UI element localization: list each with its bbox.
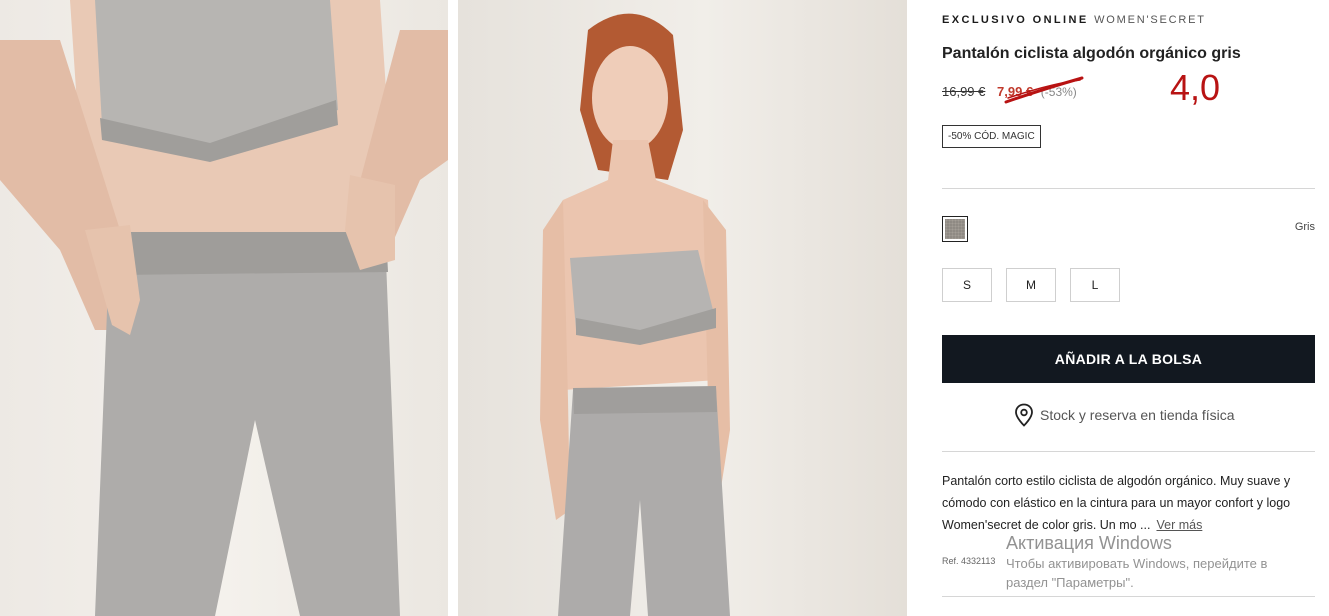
size-button-m[interactable]: M — [1006, 268, 1056, 302]
watermark-title: Активация Windows — [1006, 533, 1172, 553]
store-stock-link[interactable]: Stock y reserva en tienda física — [1014, 403, 1235, 427]
brand-label[interactable]: WOMEN'SECRET — [1094, 14, 1206, 26]
see-more-link[interactable]: Ver más — [1156, 518, 1202, 532]
windows-activation-watermark: Активация Windows Чтобы активировать Win… — [1006, 532, 1267, 592]
divider — [942, 188, 1315, 189]
watermark-line-2: раздел "Параметры". — [1006, 575, 1134, 590]
divider — [942, 451, 1315, 452]
swatch-fill — [945, 219, 965, 239]
selected-color-name: Gris — [1294, 221, 1315, 233]
description-text: Pantalón corto estilo ciclista de algodó… — [942, 474, 1291, 532]
product-photo-closeup[interactable] — [0, 0, 448, 616]
product-photo-model[interactable] — [458, 0, 907, 616]
handwritten-price-note: 4,0 — [1170, 67, 1221, 108]
color-swatch-gray[interactable] — [942, 216, 968, 242]
store-stock-label: Stock y reserva en tienda física — [1040, 407, 1235, 423]
closeup-illustration — [0, 0, 448, 616]
divider — [942, 596, 1315, 597]
product-title: Pantalón ciclista algodón orgánico gris — [942, 45, 1241, 62]
product-description: Pantalón corto estilo ciclista de algodó… — [942, 470, 1315, 536]
location-pin-icon — [1015, 403, 1033, 427]
promo-code-badge: -50% CÓD. MAGIC — [942, 125, 1041, 148]
product-info-panel: EXCLUSIVO ONLINE WOMEN'SECRET Pantalón c… — [942, 0, 1315, 616]
brand-line: EXCLUSIVO ONLINE WOMEN'SECRET — [942, 14, 1206, 26]
size-selector: S M L — [942, 268, 1120, 302]
old-price: 16,99 € — [942, 84, 986, 99]
add-to-bag-button[interactable]: AÑADIR A LA BOLSA — [942, 335, 1315, 383]
model-illustration — [540, 13, 730, 616]
handwritten-strike-mark — [1004, 76, 1084, 104]
size-button-s[interactable]: S — [942, 268, 992, 302]
product-reference: Ref. 4332113 — [942, 556, 996, 566]
size-button-l[interactable]: L — [1070, 268, 1120, 302]
exclusive-online-label: EXCLUSIVO ONLINE — [942, 14, 1089, 26]
watermark-line-1: Чтобы активировать Windows, перейдите в — [1006, 556, 1268, 571]
